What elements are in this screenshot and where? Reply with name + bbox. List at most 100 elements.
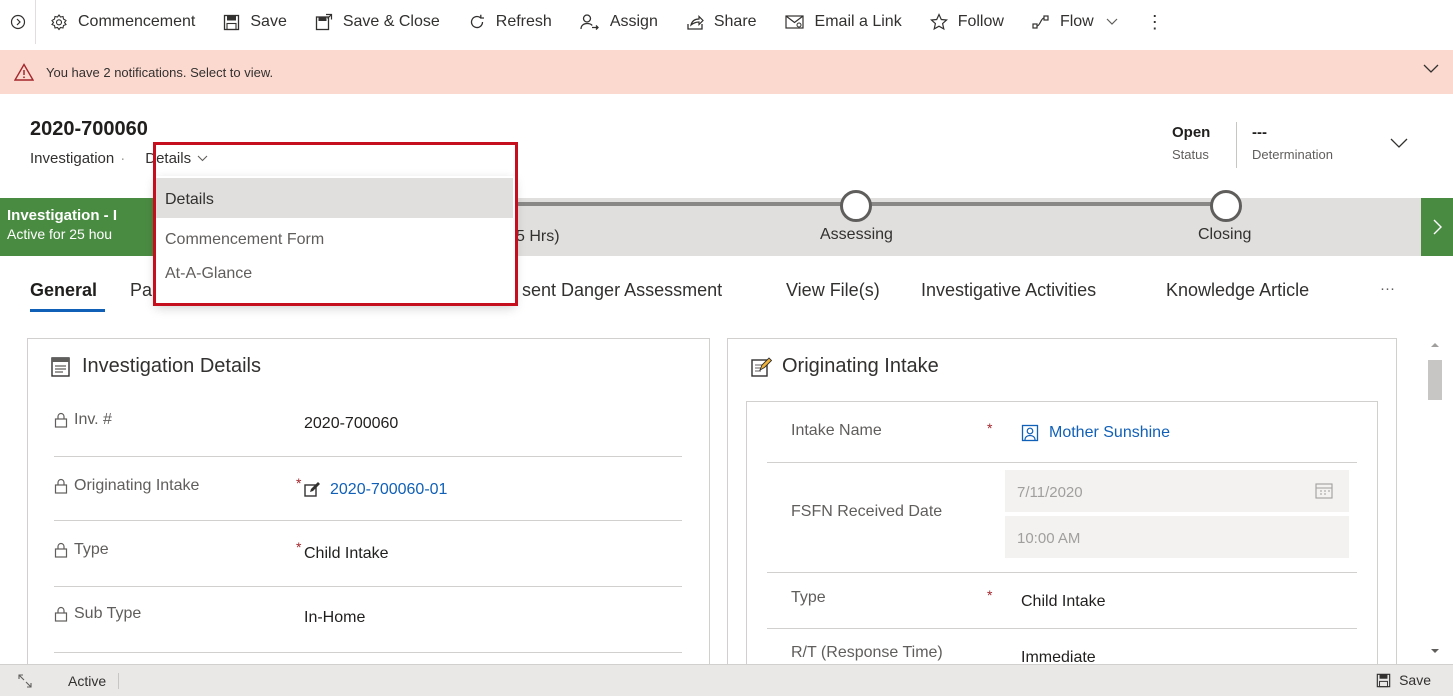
- command-bar: Commencement Save Save & Close Refresh A…: [0, 0, 1453, 44]
- field-row-sub-type: Sub Type In-Home: [54, 587, 682, 653]
- form-scrollbar[interactable]: [1424, 338, 1446, 660]
- tab-selected-indicator: [30, 309, 105, 312]
- share-label: Share: [713, 13, 757, 30]
- bpf-next-button[interactable]: [1421, 198, 1453, 256]
- tab-view-files[interactable]: View File(s): [786, 280, 880, 301]
- field-value-type: Child Intake: [304, 545, 389, 562]
- entity-name: Investigation: [30, 150, 115, 167]
- field-row-inv-number: Inv. # 2020-700060: [54, 395, 682, 457]
- received-date-input: 7/11/2020: [1005, 470, 1349, 512]
- required-indicator: *: [987, 587, 993, 603]
- gear-icon: [51, 14, 67, 31]
- statusbar-save-label: Save: [1399, 672, 1431, 688]
- field-row-intake-name: Intake Name * Mother Sunshine: [767, 402, 1357, 463]
- tab-general[interactable]: General: [30, 280, 97, 301]
- bpf-active-stage-name: Investigation - I: [7, 207, 118, 224]
- field-value-originating-intake[interactable]: 2020-700060-01: [304, 481, 447, 499]
- save-close-button[interactable]: Save & Close: [301, 0, 454, 44]
- tab-partial[interactable]: Pa: [130, 280, 152, 301]
- field-row-fsfn-received-date: FSFN Received Date 7/11/2020 10:00 AM: [767, 463, 1357, 573]
- required-indicator: *: [296, 539, 302, 555]
- field-row-originating-intake: Originating Intake * 2020-700060-01: [54, 457, 682, 521]
- required-indicator: *: [296, 475, 302, 491]
- refresh-icon: [470, 14, 484, 29]
- investigation-details-title: Investigation Details: [50, 355, 261, 378]
- stage-circle-assessing[interactable]: [840, 190, 872, 222]
- tab-investigative-activities[interactable]: Investigative Activities: [921, 280, 1096, 301]
- field-value-sub-type: In-Home: [304, 609, 366, 626]
- notification-bar[interactable]: You have 2 notifications. Select to view…: [0, 50, 1453, 94]
- more-commands-button[interactable]: ⋮: [1132, 0, 1179, 44]
- scroll-down-icon[interactable]: [1430, 648, 1440, 654]
- record-title: 2020-700060: [30, 118, 148, 140]
- originating-intake-heading: Originating Intake: [782, 355, 939, 377]
- star-icon: [929, 13, 948, 31]
- save-close-icon: [315, 13, 332, 31]
- save-label: Save: [250, 13, 287, 30]
- edit-record-icon: [304, 482, 320, 497]
- field-label-response-time: R/T (Response Time): [791, 644, 943, 661]
- lock-icon: [54, 542, 68, 558]
- field-label-intake-type: Type: [791, 589, 826, 606]
- field-label-inv-number: Inv. #: [54, 411, 112, 429]
- chevron-down-icon[interactable]: [1423, 64, 1439, 74]
- stage-label-assessing[interactable]: Assessing: [820, 226, 893, 244]
- bpf-active-stage[interactable]: Investigation - I Active for 25 hou: [0, 198, 160, 256]
- stage-label-closing[interactable]: Closing: [1198, 226, 1251, 244]
- nav-toggle-button[interactable]: [0, 0, 36, 44]
- stage-circle-closing[interactable]: [1210, 190, 1242, 222]
- lock-icon: [54, 412, 68, 428]
- status-value: Open: [1172, 124, 1211, 141]
- notification-text: You have 2 notifications. Select to view…: [46, 64, 274, 80]
- field-label-type: Type: [54, 541, 109, 559]
- contact-card-icon: [1021, 424, 1039, 442]
- field-value-intake-name[interactable]: Mother Sunshine: [1021, 424, 1170, 442]
- field-label-sub-type: Sub Type: [54, 605, 141, 623]
- field-row-intake-type: Type * Child Intake: [767, 573, 1357, 629]
- save-close-label: Save & Close: [342, 13, 440, 30]
- header-determination-field: --- Determination: [1252, 124, 1333, 162]
- email-link-label: Email a Link: [814, 13, 902, 30]
- lock-icon: [54, 478, 68, 494]
- field-label-intake-name: Intake Name: [791, 422, 882, 439]
- bpf-active-duration: Active for 25 hou: [7, 226, 113, 242]
- header-expand-chevron-icon[interactable]: [1390, 138, 1408, 149]
- commencement-label: Commencement: [78, 13, 196, 30]
- refresh-button[interactable]: Refresh: [454, 0, 566, 44]
- header-status-field: Open Status: [1172, 124, 1210, 162]
- save-icon: [1376, 673, 1391, 687]
- required-indicator: *: [987, 420, 993, 436]
- follow-button[interactable]: Follow: [916, 0, 1018, 44]
- tab-overflow-more[interactable]: ···: [1380, 280, 1395, 297]
- flow-label: Flow: [1059, 13, 1094, 30]
- follow-label: Follow: [957, 13, 1004, 30]
- refresh-label: Refresh: [495, 13, 552, 30]
- investigation-details-heading: Investigation Details: [82, 355, 261, 377]
- expand-icon[interactable]: [18, 673, 32, 688]
- save-button[interactable]: Save: [209, 0, 300, 44]
- originating-intake-quickview: Intake Name * Mother Sunshine FSFN Recei…: [746, 401, 1378, 669]
- investigation-details-section: Investigation Details Inv. # 2020-700060…: [27, 338, 710, 668]
- email-link-icon: [784, 15, 804, 29]
- tab-present-danger-assessment[interactable]: sent Danger Assessment: [522, 280, 722, 301]
- header-divider: [1236, 122, 1237, 168]
- email-link-button[interactable]: Email a Link: [771, 0, 916, 44]
- form-details-icon: [51, 356, 70, 377]
- scrollbar-thumb[interactable]: [1428, 360, 1442, 400]
- assign-button[interactable]: Assign: [566, 0, 672, 44]
- lock-icon: [54, 606, 68, 622]
- more-commands-icon: ⋮: [1145, 11, 1165, 32]
- tab-knowledge-article[interactable]: Knowledge Article: [1166, 280, 1309, 301]
- statusbar-save-button[interactable]: Save: [1376, 672, 1431, 688]
- field-label-originating-intake: Originating Intake: [54, 477, 199, 495]
- originating-intake-title: Originating Intake: [750, 355, 939, 378]
- save-icon: [224, 14, 240, 30]
- commencement-button[interactable]: Commencement: [36, 0, 209, 44]
- share-button[interactable]: Share: [672, 0, 771, 44]
- flow-button[interactable]: Flow: [1018, 0, 1132, 44]
- field-row-type: Type * Child Intake: [54, 521, 682, 587]
- field-value-intake-type: Child Intake: [1021, 593, 1106, 610]
- scroll-up-icon[interactable]: [1430, 342, 1440, 348]
- flow-icon: [1032, 15, 1049, 29]
- separator-dot: ·: [120, 150, 126, 167]
